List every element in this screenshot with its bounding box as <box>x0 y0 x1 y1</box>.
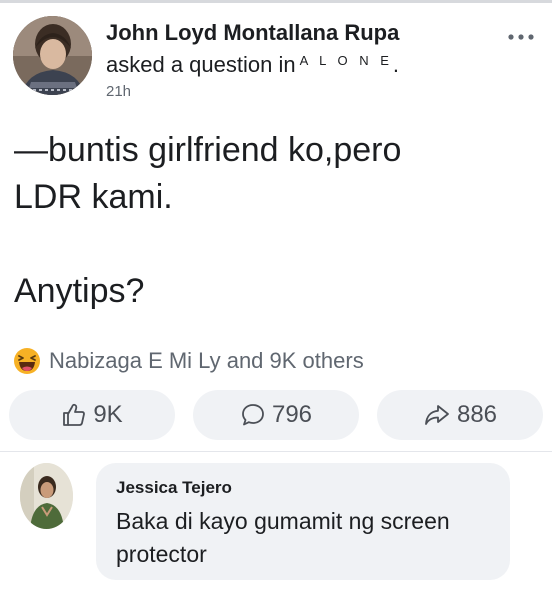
comment-button[interactable]: 796 <box>193 390 359 440</box>
avatar-photo <box>13 16 92 95</box>
reactions-summary-text: Nabizaga E Mi Ly and 9K others <box>49 348 364 373</box>
comment-bubble-icon <box>242 404 264 426</box>
post-text-line-2: LDR kami. <box>14 178 173 216</box>
post-body: —buntis girlfriend ko,pero LDR kami. Any… <box>14 127 534 315</box>
thumbs-up-icon <box>63 403 86 426</box>
like-button[interactable]: 9K <box>9 390 175 440</box>
post-timestamp[interactable]: 21h <box>106 83 131 100</box>
share-count: 886 <box>456 401 498 428</box>
like-count: 9K <box>93 401 123 428</box>
asked-prefix: asked a question in <box>106 52 296 77</box>
comment-text: Baka di kayo gumamit ng screen protector <box>116 508 450 567</box>
reactions-summary[interactable]: Nabizaga E Mi Ly and 9K others <box>13 346 364 376</box>
share-button[interactable]: 886 <box>377 390 543 440</box>
comment-bubble[interactable]: Jessica Tejero Baka di kayo gumamit ng s… <box>96 463 510 580</box>
post-author-name[interactable]: John Loyd Montallana Rupa <box>106 20 399 46</box>
top-divider <box>0 0 552 3</box>
more-options-button[interactable] <box>506 28 536 46</box>
share-arrow-icon <box>425 405 449 425</box>
commenter-photo <box>20 463 73 529</box>
post-text-line-3: Anytips? <box>14 272 145 310</box>
post-text-line-1: —buntis girlfriend ko,pero <box>14 131 402 169</box>
more-horizontal-icon <box>508 34 534 40</box>
comments-divider <box>0 451 552 452</box>
comment-count: 796 <box>271 401 313 428</box>
commenter-name[interactable]: Jessica Tejero <box>116 478 232 498</box>
asked-in-line: asked a question in A L O N E. <box>106 52 399 78</box>
author-avatar[interactable] <box>13 16 92 95</box>
group-name-link[interactable]: A L O N E <box>300 53 393 68</box>
haha-emoji-icon <box>14 348 40 374</box>
group-suffix: . <box>392 52 400 77</box>
commenter-avatar[interactable] <box>20 463 73 529</box>
